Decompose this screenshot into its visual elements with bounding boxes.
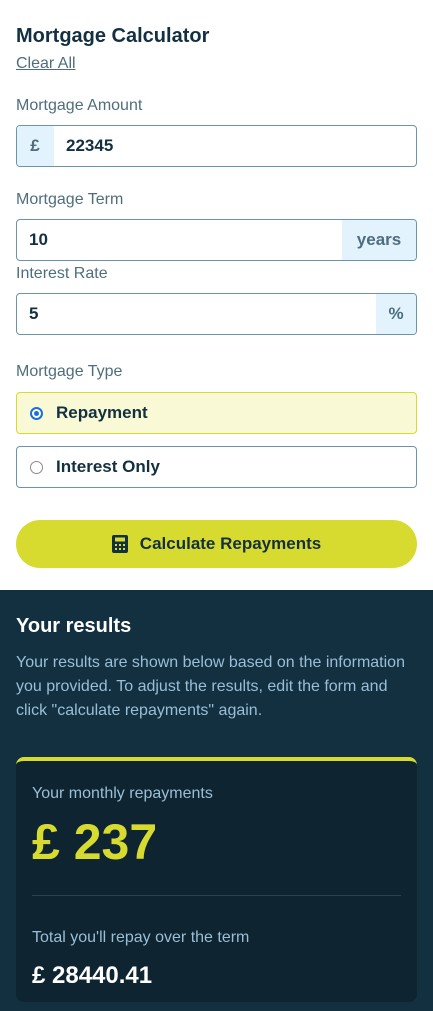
results-panel: Your results Your results are shown belo… [0,590,433,1011]
mortgage-type-label: Mortgage Type [16,363,123,380]
mortgage-amount-input[interactable] [54,126,416,166]
interest-rate-label: Interest Rate [16,265,108,282]
results-card: Your monthly repayments £ 237 Total you'… [16,757,417,1002]
monthly-repayments-label: Your monthly repayments [32,785,213,802]
calculate-button-label: Calculate Repayments [139,534,322,553]
mortgage-form: Mortgage Calculator Clear All Mortgage A… [0,0,433,590]
radio-label-interest-only: Interest Only [56,457,160,476]
mortgage-term-label: Mortgage Term [16,191,124,208]
monthly-repayments-value: £ 237 [32,814,158,870]
currency-prefix: £ [17,126,54,166]
radio-option-interest-only[interactable]: Interest Only [16,446,417,488]
mortgage-amount-field: £ [16,125,417,167]
years-suffix: years [342,220,416,260]
mortgage-amount-label: Mortgage Amount [16,97,143,114]
total-repay-label: Total you'll repay over the term [32,929,250,946]
results-title: Your results [16,615,132,637]
interest-rate-input[interactable] [17,294,376,334]
clear-all-link[interactable]: Clear All [16,55,76,73]
radio-button-selected[interactable] [30,406,43,420]
interest-rate-field: % [16,293,417,335]
results-description: Your results are shown below based on th… [16,654,405,719]
calculator-icon [111,535,128,553]
radio-label-repayment: Repayment [56,403,148,422]
mortgage-term-input[interactable] [17,220,342,260]
calculate-repayments-button[interactable]: Calculate Repayments [16,520,417,568]
radio-button-unselected[interactable] [30,460,43,474]
form-title: Mortgage Calculator [16,25,210,47]
radio-option-repayment[interactable]: Repayment [16,392,417,434]
total-repay-value: £ 28440.41 [32,962,153,989]
percent-suffix: % [376,294,416,334]
results-divider [32,895,401,896]
mortgage-term-field: years [16,219,417,261]
